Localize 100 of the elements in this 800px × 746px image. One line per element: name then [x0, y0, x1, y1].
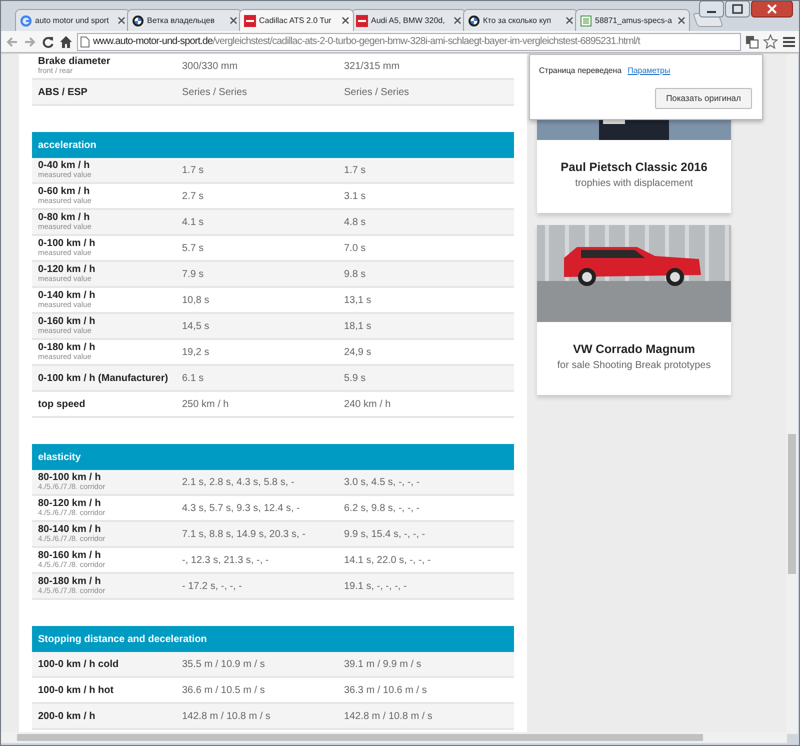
document-icon	[580, 14, 592, 26]
row-label: 0-160 km / h	[38, 316, 96, 328]
section-header: Stopping distance and deceleration	[32, 626, 514, 652]
row-label: 80-180 km / h	[38, 576, 102, 588]
row-label: 0-120 km / h	[38, 264, 96, 276]
table-cell-text: 6.1 s	[182, 372, 205, 386]
table-cell-text: 7.1 s, 8.8 s, 14.9 s, 20.3 s, -	[182, 528, 306, 542]
close-icon[interactable]	[342, 17, 349, 24]
close-icon[interactable]	[566, 17, 573, 24]
google-icon	[20, 14, 32, 26]
table-cell-text: 5.9 s	[344, 372, 367, 386]
row-label: 80-160 km / h	[38, 550, 102, 562]
vertical-scrollbar[interactable]	[786, 54, 798, 734]
table-cell-text: 39.1 m / 9.9 m / s	[344, 658, 422, 672]
table-cell-text: 250 km / h	[182, 398, 230, 412]
row-label: Brake diameter	[38, 56, 112, 68]
table-cell-text: 19,2 s	[182, 346, 210, 360]
table-cell-text: 2.7 s	[182, 190, 205, 204]
table-cell-text: 6.2 s, 9.8 s, -, -, -	[344, 502, 421, 516]
close-icon[interactable]	[751, 1, 793, 18]
table-cell-text: 1.7 s	[344, 164, 367, 178]
row-label: 0-100 km / h	[38, 238, 96, 250]
row-label: 0-140 km / h	[38, 290, 96, 302]
star-icon[interactable]	[763, 34, 778, 49]
table-cell-text: 19.1 s, -, -, -, -	[344, 580, 408, 594]
table-cell-text: 10,8 s	[182, 294, 210, 308]
table-cell-text: 3.0 s, 4.5 s, -, -, -	[344, 476, 421, 490]
row-label: top speed	[38, 398, 86, 410]
table-cell-text: 7.9 s	[182, 268, 205, 282]
horizontal-scrollbar[interactable]	[1, 732, 787, 743]
table-cell-text: 9.8 s	[344, 268, 367, 282]
browser-tab[interactable]: auto motor und sport	[15, 9, 130, 31]
row-label: 100-0 km / h cold	[38, 658, 120, 670]
table-cell-text: 240 km / h	[344, 398, 392, 412]
card-title: VW Corrado Magnum	[572, 341, 696, 358]
row-label: 0-100 km / h (Manufacturer)	[38, 372, 170, 384]
row-label: 0-180 km / h	[38, 342, 96, 354]
table-cell-text: 13,1 s	[344, 294, 372, 308]
site-icon	[244, 14, 256, 26]
table-cell-text: 4.3 s, 5.7 s, 9.3 s, 12.4 s, -	[182, 502, 301, 516]
table-cell-text: 2.1 s, 2.8 s, 4.3 s, 5.8 s, -	[182, 476, 296, 490]
browser-tab[interactable]: Ветка владельцев	[127, 9, 242, 31]
close-icon[interactable]	[454, 17, 461, 24]
table-cell-text: 142.8 m / 10.8 m / s	[182, 710, 272, 724]
table-cell-text: 1.7 s	[182, 164, 205, 178]
site-icon	[356, 14, 368, 26]
table-cell-text: 14.1 s, 22.0 s, -, -, -	[344, 554, 432, 568]
row-label: 0-80 km / h	[38, 212, 91, 224]
section-header: elasticity	[32, 444, 514, 470]
scroll-thumb[interactable]	[17, 734, 703, 741]
row-label: ABS / ESP	[38, 86, 88, 98]
table-cell-text: - 17.2 s, -, -, -	[182, 580, 244, 594]
section-header: acceleration	[32, 132, 514, 158]
table-cell-text: 14,5 s	[182, 320, 210, 334]
row-label: 100-0 km / h hot	[38, 684, 115, 696]
menu-icon[interactable]	[782, 36, 796, 48]
table-cell-text: 24,9 s	[344, 346, 372, 360]
browser-tab[interactable]: Кто за сколько куп	[463, 9, 578, 31]
roundel-icon	[468, 14, 480, 26]
table-cell-text: 4.8 s	[344, 216, 367, 230]
table-cell-text: 36.3 m / 10.6 m / s	[344, 684, 428, 698]
browser-tab[interactable]: 58871_amus-specs-a	[575, 9, 690, 31]
maximize-icon[interactable]	[725, 1, 750, 18]
settings-link[interactable]: Параметры	[628, 66, 670, 75]
table-cell-text: 35.5 m / 10.9 m / s	[182, 658, 266, 672]
table-cell-text: Series / Series	[182, 86, 248, 100]
roundel-icon	[132, 14, 144, 26]
close-icon[interactable]	[118, 17, 125, 24]
table-cell-text: 36.6 m / 10.5 m / s	[182, 684, 266, 698]
page-icon	[80, 36, 90, 48]
close-icon[interactable]	[230, 17, 237, 24]
show-original-button[interactable]: Показать оригинал	[655, 88, 752, 109]
minimize-icon[interactable]	[699, 1, 724, 18]
table-cell-text: Series / Series	[344, 86, 410, 100]
table-cell-text: -, 12.3 s, 21.3 s, -, -	[182, 554, 270, 568]
popup-message: Страница переведена	[539, 66, 622, 75]
sidebar-card[interactable]: VW Corrado Magnum for sale Shooting Break prototypes	[537, 225, 731, 395]
table-cell-text: 9.9 s, 15.4 s, -, -, -	[344, 528, 426, 542]
table-cell-text: 7.0 s	[344, 242, 367, 256]
row-label: 80-140 km / h	[38, 524, 102, 536]
row-label: 0-60 km / h	[38, 186, 91, 198]
address-bar[interactable]: www.auto-motor-und-sport.de/vergleichstest/cadillac-ats-2-0-turbo-gegen-bmw-328i-ami-schlaegt-bayer-im-vergleichstest-6895231.html/t	[77, 32, 741, 50]
table-cell-text: 321/315 mm	[344, 60, 401, 74]
row-label: 80-100 km / h	[38, 472, 102, 484]
reload-icon[interactable]	[41, 34, 55, 48]
table-cell-text: 3.1 s	[344, 190, 367, 204]
row-label: 80-120 km / h	[38, 498, 102, 510]
home-icon[interactable]	[59, 34, 73, 48]
table-cell-text: 4.1 s	[182, 216, 205, 230]
browser-tab[interactable]: Cadillac ATS 2.0 Tur	[239, 9, 354, 31]
table-cell-text: 300/330 mm	[182, 60, 239, 74]
card-title: Paul Pietsch Classic 2016	[560, 159, 708, 176]
row-label: 200-0 km / h	[38, 710, 96, 722]
table-cell-text: 142.8 m / 10.8 m / s	[344, 710, 434, 724]
browser-tab[interactable]: Audi A5, BMW 320d,	[351, 9, 466, 31]
row-label: 0-40 km / h	[38, 160, 91, 172]
table-cell-text: 5.7 s	[182, 242, 205, 256]
close-icon[interactable]	[678, 17, 685, 24]
scroll-thumb[interactable]	[788, 434, 796, 574]
translate-icon[interactable]	[745, 34, 759, 48]
